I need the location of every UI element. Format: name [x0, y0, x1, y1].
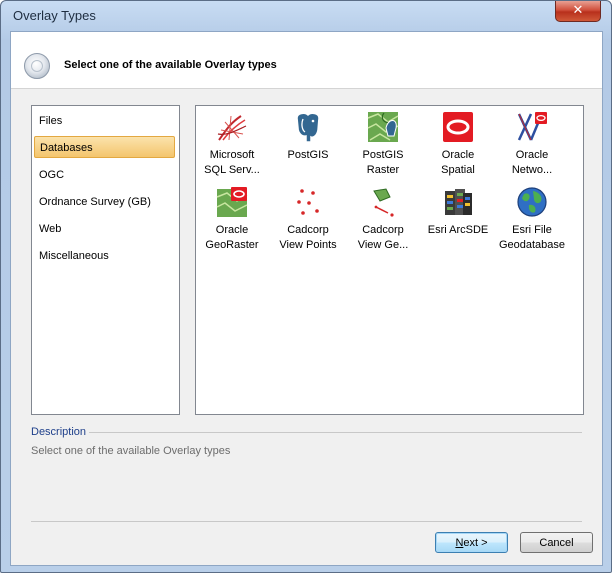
overlay-type-label: Cadcorp View Ge...	[357, 224, 409, 251]
category-label: OGC	[39, 169, 65, 181]
wizard-header: Select one of the available Overlay type…	[11, 32, 602, 89]
postgis-raster-icon	[366, 110, 400, 144]
category-item-ogc[interactable]: OGC	[34, 164, 175, 186]
dialog-window: Overlay Types ✕ Select one of the availa…	[0, 0, 612, 573]
overlay-type-oracle-network[interactable]: Oracle Netwo...	[496, 110, 568, 178]
overlay-type-label: Esri File Geodatabase	[498, 224, 566, 251]
category-item-miscellaneous[interactable]: Miscellaneous	[34, 245, 175, 267]
close-icon: ✕	[572, 3, 584, 18]
sql-server-icon	[215, 110, 249, 144]
next-label: ext >	[463, 537, 488, 549]
footer-divider	[31, 521, 582, 522]
window-title: Overlay Types	[13, 8, 96, 23]
overlay-type-label: Oracle Spatial	[441, 149, 475, 176]
overlay-type-label: Microsoft SQL Serv...	[204, 149, 260, 176]
overlay-type-postgis-raster[interactable]: PostGIS Raster	[347, 110, 419, 178]
overlay-type-label: PostGIS	[287, 149, 329, 161]
cancel-button[interactable]: Cancel	[520, 532, 593, 553]
postgis-elephant-icon	[291, 110, 325, 144]
overlay-type-oracle-georaster[interactable]: Oracle GeoRaster	[196, 185, 268, 253]
category-label: Web	[39, 223, 62, 235]
description-text: Select one of the available Overlay type…	[31, 445, 231, 457]
cancel-label: Cancel	[539, 537, 574, 549]
overlay-type-label: Esri ArcSDE	[427, 224, 489, 236]
category-label: Miscellaneous	[39, 250, 109, 262]
overlay-type-label: Oracle Netwo...	[511, 149, 553, 176]
dialog-client-area: Select one of the available Overlay type…	[10, 31, 603, 566]
category-label: Ordnance Survey (GB)	[39, 196, 151, 208]
category-list[interactable]: Files Databases OGC Ordnance Survey (GB)…	[31, 105, 180, 415]
category-item-web[interactable]: Web	[34, 218, 175, 240]
oracle-network-icon	[515, 110, 549, 144]
view-geometry-icon	[366, 185, 400, 219]
overlay-type-cadcorp-view-points[interactable]: Cadcorp View Points	[272, 185, 344, 253]
wizard-orb-icon	[24, 53, 50, 79]
view-points-icon	[291, 185, 325, 219]
description-divider	[89, 432, 582, 433]
category-item-ordnance-survey[interactable]: Ordnance Survey (GB)	[34, 191, 175, 213]
description-heading: Description	[31, 426, 87, 438]
overlay-type-panel: Microsoft SQL Serv... PostGIS PostGIS Ra…	[195, 105, 584, 415]
overlay-type-label: Cadcorp View Points	[279, 224, 337, 251]
category-label: Databases	[40, 142, 93, 154]
header-instruction: Select one of the available Overlay type…	[64, 59, 277, 71]
category-label: Files	[39, 115, 63, 127]
overlay-type-postgis[interactable]: PostGIS	[272, 110, 344, 163]
close-button[interactable]: ✕	[555, 1, 601, 22]
overlay-type-esri-file-geodatabase[interactable]: Esri File Geodatabase	[496, 185, 568, 253]
overlay-type-sql-server[interactable]: Microsoft SQL Serv...	[196, 110, 268, 178]
oracle-georaster-icon	[215, 185, 249, 219]
overlay-type-esri-arcsde[interactable]: Esri ArcSDE	[422, 185, 494, 238]
globe-icon	[515, 185, 549, 219]
title-bar[interactable]: Overlay Types ✕	[1, 1, 611, 31]
overlay-type-label: PostGIS Raster	[362, 149, 404, 176]
overlay-type-label: Oracle GeoRaster	[205, 224, 259, 251]
overlay-type-oracle-spatial[interactable]: Oracle Spatial	[422, 110, 494, 178]
oracle-icon	[441, 110, 475, 144]
category-item-databases[interactable]: Databases	[34, 136, 175, 158]
next-button[interactable]: Next >	[435, 532, 508, 553]
arcsde-icon	[441, 185, 475, 219]
category-item-files[interactable]: Files	[34, 110, 175, 132]
overlay-type-cadcorp-view-geometry[interactable]: Cadcorp View Ge...	[347, 185, 419, 253]
